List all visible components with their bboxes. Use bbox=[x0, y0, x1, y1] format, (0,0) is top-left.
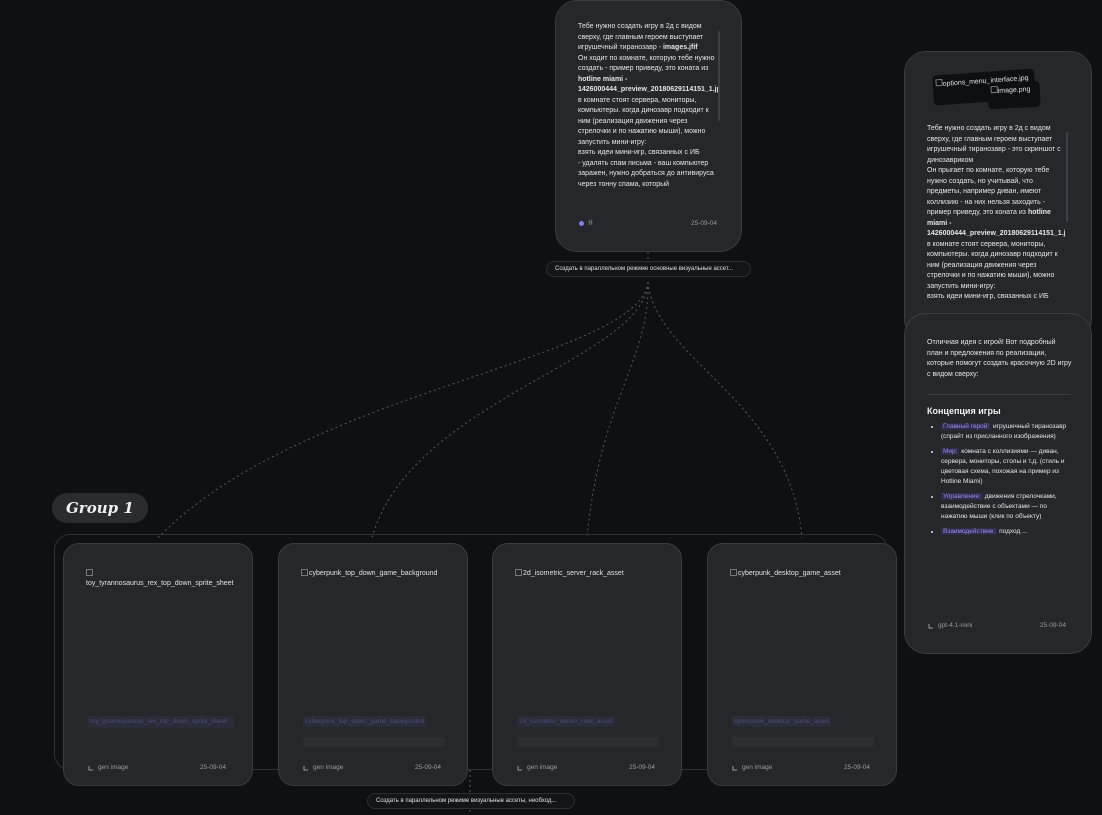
group-label[interactable]: Group 1 bbox=[52, 493, 148, 523]
card-image: cyberpunk_desktop_game_asset bbox=[730, 569, 890, 579]
image-card[interactable]: toy_tyrannosaurus_rex_top_down_sprite_sh… bbox=[63, 543, 253, 786]
response-heading: Концепция игры bbox=[927, 406, 1001, 416]
bullet-label: Мир: bbox=[941, 448, 960, 455]
card-footer-label: gen image bbox=[742, 764, 773, 771]
card-image: toy_tyrannosaurus_rex_top_down_sprite_sh… bbox=[86, 569, 236, 589]
card-footer: gen image bbox=[303, 764, 343, 771]
bullet-item: Главный герой: игрушечный тиранозавр (сп… bbox=[941, 422, 1075, 442]
bullet-label: Главный герой: bbox=[941, 423, 992, 430]
workflow-canvas[interactable]: Тебе нужно создать игру в 2д с видом све… bbox=[0, 0, 1102, 815]
card-footer-label: gen image bbox=[98, 764, 129, 771]
gen-image-icon bbox=[732, 765, 737, 770]
bullet-list: Главный герой: игрушечный тиранозавр (сп… bbox=[927, 422, 1075, 537]
user-avatar-icon bbox=[579, 221, 584, 226]
card-title: cyberpunk_desktop_game_asset bbox=[732, 716, 832, 727]
model-icon bbox=[928, 623, 933, 628]
right-prompt-node[interactable]: options_menu_interface.jpg image.png Теб… bbox=[904, 51, 1092, 341]
image-card[interactable]: 2d_isometric_server_rack_asset 2d_isomet… bbox=[492, 543, 682, 786]
edge-to-card-4 bbox=[647, 281, 803, 539]
prompt-text: Тебе нужно создать игру в 2д с видом све… bbox=[578, 23, 718, 188]
bullet-text: подход ... bbox=[997, 528, 1028, 535]
gen-image-icon bbox=[88, 765, 93, 770]
card-footer: gen image bbox=[517, 764, 557, 771]
bullet-item: Управление: движения стрелочками, взаимо… bbox=[941, 492, 1075, 522]
model-name: gpt-4.1-mini bbox=[938, 622, 973, 629]
image-card[interactable]: cyberpunk_desktop_game_asset cyberpunk_d… bbox=[707, 543, 897, 786]
response-date: 25-09-04 bbox=[1040, 622, 1067, 629]
card-date: 25-09-04 bbox=[629, 764, 656, 771]
edge-to-card-3 bbox=[586, 281, 649, 539]
bullet-item: Мир: комната с коллизиями — диван, серве… bbox=[941, 447, 1075, 487]
card-image: 2d_isometric_server_rack_asset bbox=[515, 569, 675, 579]
broken-image-icon bbox=[515, 569, 522, 576]
bullet-label: Управление: bbox=[941, 493, 983, 500]
image-thumb-2[interactable]: image.png bbox=[987, 80, 1041, 110]
response-intro: Отличная идея с игрой! Вот подробный пла… bbox=[927, 339, 1074, 378]
card-prompt-preview bbox=[517, 737, 659, 747]
prompt-node[interactable]: Тебе нужно создать игру в 2д с видом све… bbox=[555, 0, 742, 252]
image-thumb-2-name: image.png bbox=[997, 86, 1031, 95]
card-prompt-preview bbox=[732, 737, 874, 747]
action-pill-bottom[interactable]: Создать в параллельном режиме визуальные… bbox=[367, 793, 575, 809]
card-title: toy_tyrannosaurus_rex_top_down_sprite_sh… bbox=[88, 716, 234, 728]
prompt-scrollbar[interactable] bbox=[718, 31, 720, 121]
card-image-alt: cyberpunk_desktop_game_asset bbox=[738, 570, 841, 577]
card-footer-label: gen image bbox=[313, 764, 344, 771]
broken-image-icon bbox=[730, 569, 737, 576]
card-image-alt: 2d_isometric_server_rack_asset bbox=[523, 570, 624, 577]
response-node[interactable]: Отличная идея с игрой! Вот подробный пла… bbox=[904, 313, 1092, 654]
bullet-item: Взаимодействие: подход ... bbox=[941, 527, 1075, 537]
bullet-label: Взаимодействие: bbox=[941, 528, 998, 535]
card-image-alt: cyberpunk_top_down_game_background bbox=[309, 570, 438, 577]
card-footer-label: gen image bbox=[527, 764, 558, 771]
prompt-author: Я bbox=[588, 220, 593, 227]
prompt-date: 25-09-04 bbox=[691, 220, 718, 227]
card-date: 25-09-04 bbox=[415, 764, 442, 771]
card-date: 25-09-04 bbox=[844, 764, 871, 771]
gen-image-icon bbox=[303, 765, 308, 770]
card-title: cyberpunk_top_down_game_background bbox=[303, 716, 427, 727]
edge-to-card-2 bbox=[371, 281, 649, 539]
bullet-text: комната с коллизиями — диван, сервера, м… bbox=[941, 448, 1065, 485]
card-footer: gen image bbox=[88, 764, 128, 771]
action-pill-top[interactable]: Создать в параллельном режиме основные в… bbox=[546, 261, 751, 277]
broken-image-icon bbox=[86, 569, 93, 576]
card-footer: gen image bbox=[732, 764, 772, 771]
image-card[interactable]: cyberpunk_top_down_game_background cyber… bbox=[278, 543, 468, 786]
response-divider bbox=[927, 394, 1071, 395]
response-bullets: Главный герой: игрушечный тиранозавр (сп… bbox=[927, 422, 1075, 542]
broken-image-icon bbox=[301, 569, 308, 576]
right-prompt-scrollbar[interactable] bbox=[1066, 132, 1068, 222]
card-title: 2d_isometric_server_rack_asset bbox=[517, 716, 615, 727]
gen-image-icon bbox=[517, 765, 522, 770]
card-date: 25-09-04 bbox=[200, 764, 227, 771]
card-prompt-preview bbox=[303, 737, 445, 747]
response-footer: gpt-4.1-mini bbox=[928, 622, 972, 629]
image-thumbs: options_menu_interface.jpg image.png bbox=[932, 68, 1053, 122]
card-image-alt: toy_tyrannosaurus_rex_top_down_sprite_sh… bbox=[86, 580, 234, 587]
prompt-footer: Я bbox=[579, 220, 593, 227]
card-image: cyberpunk_top_down_game_background bbox=[301, 569, 461, 579]
right-prompt-text: Тебе нужно создать игру в 2д с видом све… bbox=[927, 125, 1065, 300]
edge-to-card-1 bbox=[157, 281, 649, 539]
